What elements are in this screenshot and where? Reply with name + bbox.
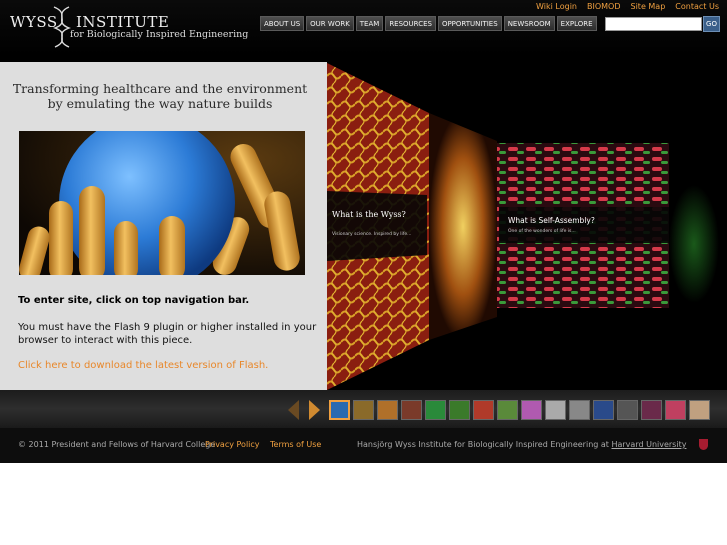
nav-team[interactable]: TEAM: [355, 16, 384, 31]
enter-site-instruction: To enter site, click on top navigation b…: [18, 295, 250, 306]
thumbnail-13[interactable]: [617, 400, 638, 420]
carousel-graphic: What is the Wyss? Visionary science. Ins…: [327, 55, 727, 390]
nav-newsroom[interactable]: NEWSROOM: [503, 16, 555, 31]
copyright-text: © 2011 President and Fellows of Harvard …: [18, 440, 216, 449]
next-arrow-icon[interactable]: [309, 400, 320, 420]
privacy-policy-link[interactable]: Privacy Policy: [205, 440, 260, 449]
card-1-subtitle: Visionary science. Inspired by life...: [332, 231, 411, 237]
thumbnail-5[interactable]: [425, 400, 446, 420]
header: WYSS INSTITUTE for Biologically Inspired…: [0, 0, 727, 55]
nav-resources[interactable]: RESOURCES: [385, 16, 436, 31]
search-input[interactable]: [605, 17, 702, 31]
thumbnail-14[interactable]: [641, 400, 662, 420]
nav-about-us[interactable]: ABOUT US: [260, 16, 305, 31]
thumbnail-1[interactable]: [329, 400, 350, 420]
headline-line-1: Transforming healthcare and the environm…: [12, 81, 308, 96]
thumbnail-3[interactable]: [377, 400, 398, 420]
flash-carousel[interactable]: What is the Wyss? Visionary science. Ins…: [327, 55, 727, 390]
harvard-shield-icon: [699, 439, 708, 450]
util-link-wiki-login[interactable]: Wiki Login: [536, 2, 577, 11]
util-link-site-map[interactable]: Site Map: [631, 2, 666, 11]
panel-headline: Transforming healthcare and the environm…: [10, 81, 310, 111]
footer: © 2011 President and Fellows of Harvard …: [0, 428, 727, 463]
thumbnail-bar: [0, 390, 727, 428]
wyss-logo[interactable]: WYSS INSTITUTE for Biologically Inspired…: [10, 6, 248, 48]
thumbnail-9[interactable]: [521, 400, 542, 420]
search-go-button[interactable]: GO: [703, 16, 720, 32]
headline-line-2: by emulating the way nature builds: [47, 96, 273, 111]
utility-links: Wiki Login BIOMOD Site Map Contact Us: [536, 2, 719, 11]
logo-tagline: for Biologically Inspired Engineering: [70, 29, 249, 40]
card-2-subtitle: One of the wonders of life is...: [508, 228, 576, 234]
institute-footer-text: Hansjörg Wyss Institute for Biologically…: [357, 440, 686, 449]
nav-opportunities[interactable]: OPPORTUNITIES: [437, 16, 502, 31]
card-2-title: What is Self-Assembly?: [508, 216, 595, 225]
thumbnail-2[interactable]: [353, 400, 374, 420]
thumbnail-12[interactable]: [593, 400, 614, 420]
thumbnail-11[interactable]: [569, 400, 590, 420]
hero-image: [19, 131, 305, 275]
download-flash-link[interactable]: Click here to download the latest versio…: [18, 360, 268, 371]
dna-helix-icon: [53, 6, 71, 48]
util-link-contact-us[interactable]: Contact Us: [675, 2, 719, 11]
page: WYSS INSTITUTE for Biologically Inspired…: [0, 0, 727, 463]
thumbnail-10[interactable]: [545, 400, 566, 420]
intro-panel: Transforming healthcare and the environm…: [0, 62, 327, 390]
nav-our-work[interactable]: OUR WORK: [306, 16, 354, 31]
microscopy-image: [19, 131, 305, 275]
thumbnail-8[interactable]: [497, 400, 518, 420]
thumbnail-6[interactable]: [449, 400, 470, 420]
thumbnail-7[interactable]: [473, 400, 494, 420]
harvard-link[interactable]: Harvard University: [611, 440, 686, 449]
thumbnail-15[interactable]: [665, 400, 686, 420]
nav-explore[interactable]: EXPLORE: [556, 16, 597, 31]
flash-requirement-text: You must have the Flash 9 plugin or high…: [18, 322, 317, 346]
terms-of-use-link[interactable]: Terms of Use: [270, 440, 321, 449]
prev-arrow-icon[interactable]: [288, 400, 299, 420]
main-nav: ABOUT US OUR WORK TEAM RESOURCES OPPORTU…: [260, 16, 597, 31]
util-link-biomod[interactable]: BIOMOD: [587, 2, 621, 11]
card-1-title: What is the Wyss?: [332, 210, 406, 219]
thumbnail-4[interactable]: [401, 400, 422, 420]
institute-name-text: Hansjörg Wyss Institute for Biologically…: [357, 440, 609, 449]
thumbnail-16[interactable]: [689, 400, 710, 420]
